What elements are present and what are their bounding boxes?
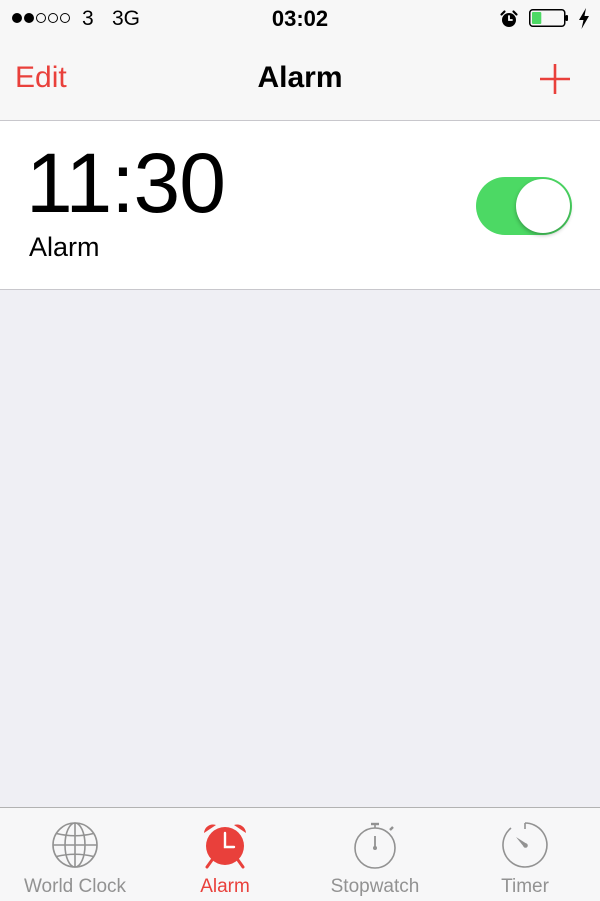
tab-label: World Clock — [23, 876, 127, 897]
alarm-label: Alarm — [29, 232, 100, 262]
alarm-time: 11:30 — [26, 136, 226, 230]
tab-label: Alarm — [200, 876, 250, 897]
tab-alarm[interactable]: Alarm — [150, 808, 300, 901]
add-alarm-button[interactable] — [537, 61, 573, 97]
alarm-clock-icon — [500, 10, 518, 27]
alarm-row[interactable]: 11:30 Alarm — [0, 121, 600, 290]
tab-timer[interactable]: Timer — [450, 808, 600, 901]
battery-icon — [529, 9, 568, 27]
charging-bolt-icon — [579, 8, 589, 29]
tab-label: Stopwatch — [330, 876, 420, 897]
plus-icon — [540, 64, 570, 94]
alarm-enabled-toggle[interactable] — [476, 177, 572, 235]
tab-world-clock[interactable]: World Clock — [0, 808, 150, 901]
globe-icon — [52, 822, 98, 868]
timer-icon — [502, 822, 548, 868]
tab-label: Timer — [501, 876, 549, 897]
stopwatch-icon — [354, 822, 396, 869]
battery-level-fill — [532, 12, 542, 24]
navigation-bar: Edit Alarm — [0, 38, 600, 121]
tab-bar: World Clock Alarm Stopwatch Timer — [0, 807, 600, 901]
page-title: Alarm — [257, 61, 343, 94]
toggle-knob — [516, 179, 570, 233]
status-bar: 3 3G 03:02 — [0, 0, 600, 38]
tab-stopwatch[interactable]: Stopwatch — [300, 808, 450, 901]
alarm-clock-icon — [204, 824, 246, 869]
